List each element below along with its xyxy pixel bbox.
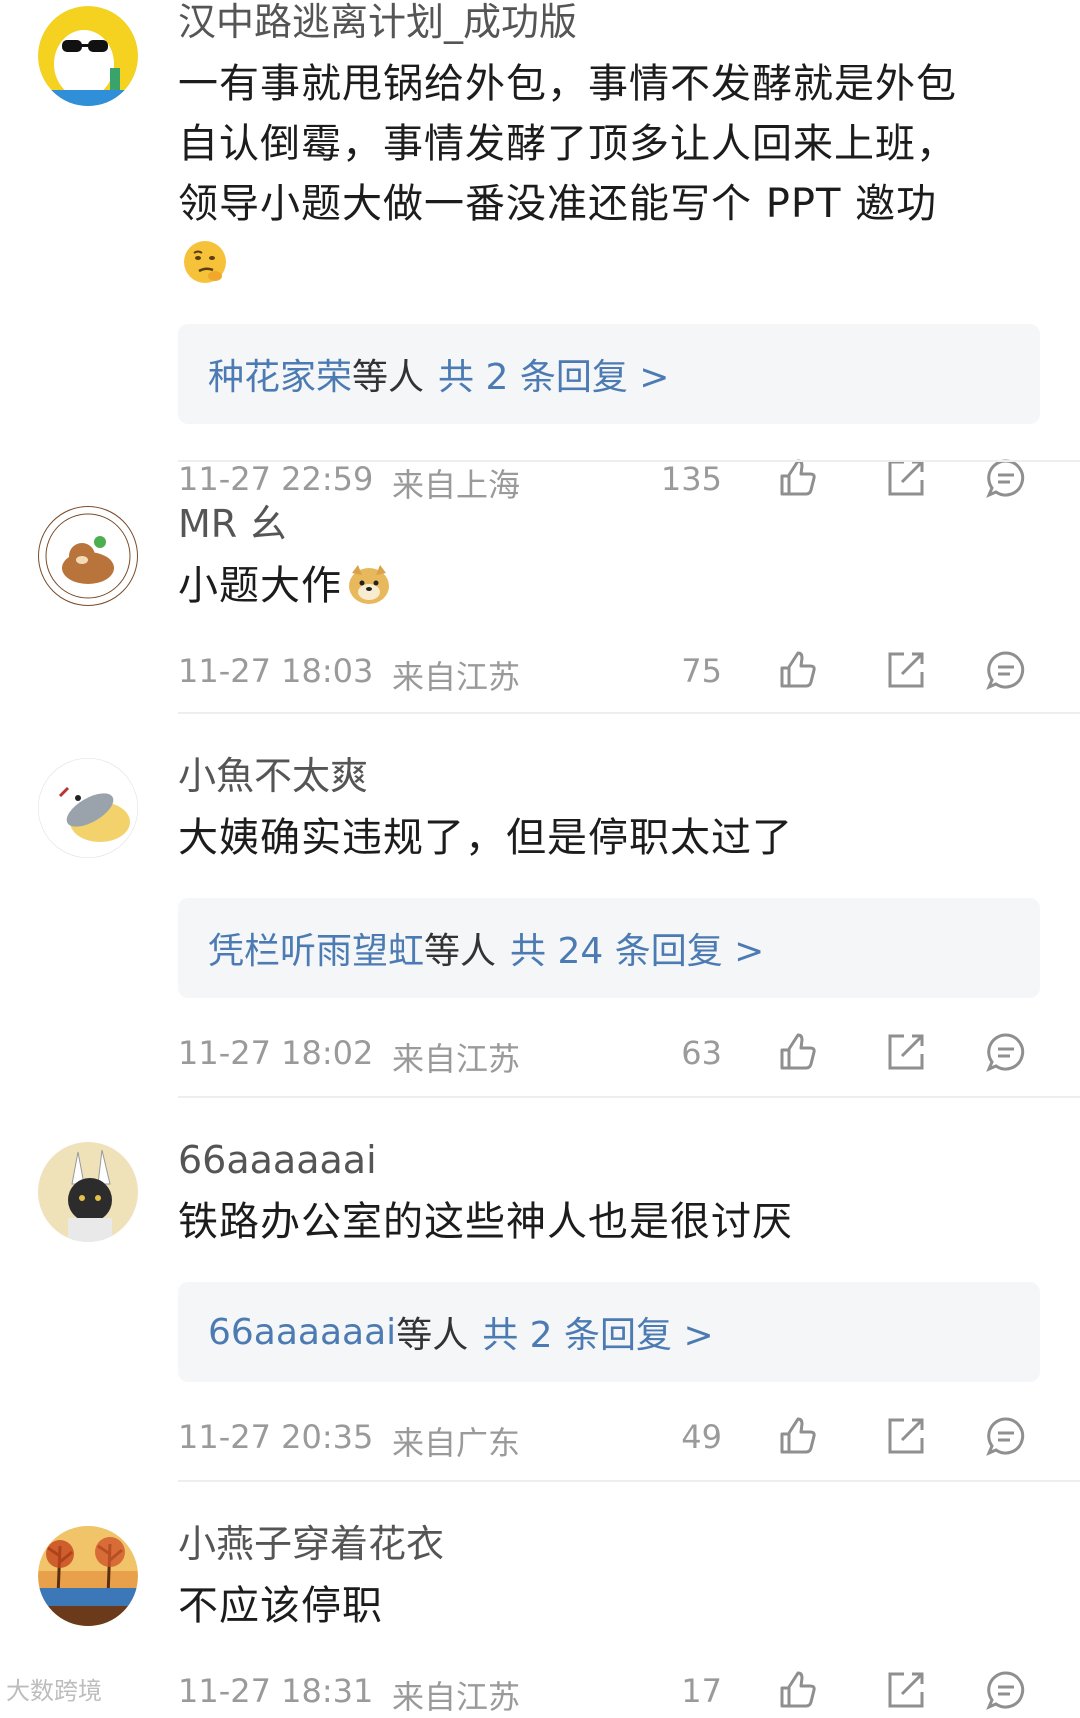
comment-location: 来自广东	[392, 1424, 521, 1462]
avatar[interactable]	[38, 758, 138, 858]
share-icon[interactable]	[884, 1414, 928, 1458]
reply-count-link[interactable]: 共 24 条回复 >	[510, 922, 764, 974]
comment-text: 小题大作	[178, 556, 1040, 616]
comment-time: 11-27 18:02	[178, 1034, 374, 1072]
reply-user-link[interactable]: 凭栏听雨望虹	[208, 922, 424, 974]
avatar[interactable]	[38, 1142, 138, 1242]
share-icon[interactable]	[884, 1668, 928, 1712]
comment-text: 铁路办公室的这些神人也是很讨厌	[178, 1199, 793, 1245]
reply-count-link[interactable]: 共 2 条回复 >	[438, 348, 669, 400]
divider	[178, 712, 1080, 714]
replies-preview[interactable]: 66aaaaaai 等人 共 2 条回复 >	[178, 1282, 1040, 1382]
divider	[178, 1480, 1080, 1482]
like-icon[interactable]	[774, 648, 818, 692]
username[interactable]: 66aaaaaai	[178, 1138, 1040, 1182]
reply-count-link[interactable]: 共 2 条回复 >	[482, 1306, 713, 1358]
comment-icon[interactable]	[984, 1668, 1028, 1712]
comment-location: 来自江苏	[392, 1040, 521, 1078]
comment-time: 11-27 20:35	[178, 1418, 374, 1456]
like-icon[interactable]	[774, 456, 818, 500]
like-icon[interactable]	[774, 1030, 818, 1074]
comment-icon[interactable]	[984, 456, 1028, 500]
comment-time: 11-27 18:31	[178, 1672, 374, 1710]
reply-user-link[interactable]: 66aaaaaai	[208, 1312, 396, 1353]
username[interactable]: 小魚不太爽	[178, 754, 1040, 798]
comment-meta: 11-27 18:03 来自江苏 75	[178, 651, 1040, 696]
replies-preview[interactable]: 种花家荣 等人 共 2 条回复 >	[178, 324, 1040, 424]
comment-meta: 11-27 20:35 来自广东 49	[178, 1417, 1040, 1462]
comment-icon[interactable]	[984, 648, 1028, 692]
comment-location: 来自江苏	[392, 658, 521, 696]
comment-time: 11-27 22:59	[178, 460, 374, 498]
like-count: 63	[681, 1034, 722, 1072]
share-icon[interactable]	[884, 1030, 928, 1074]
replies-preview[interactable]: 凭栏听雨望虹 等人 共 24 条回复 >	[178, 898, 1040, 998]
comment-meta: 11-27 18:02 来自江苏 63	[178, 1033, 1040, 1078]
divider	[178, 1096, 1080, 1098]
like-icon[interactable]	[774, 1414, 818, 1458]
comment-meta: 11-27 18:31 来自江苏 17	[178, 1671, 1040, 1716]
like-count: 135	[660, 460, 722, 498]
avatar[interactable]	[38, 1526, 138, 1626]
reply-user-link[interactable]: 种花家荣	[208, 348, 352, 400]
comment-icon[interactable]	[984, 1414, 1028, 1458]
username[interactable]: MR 幺	[178, 502, 1040, 546]
divider	[178, 460, 1080, 462]
comment-time: 11-27 18:03	[178, 652, 374, 690]
doge-emoji-icon	[346, 561, 392, 607]
username[interactable]: 小燕子穿着花衣	[178, 1522, 1040, 1566]
avatar[interactable]	[38, 506, 138, 606]
username[interactable]: 汉中路逃离计划_成功版	[178, 0, 1040, 44]
avatar[interactable]	[38, 6, 138, 106]
comment-text: 不应该停职	[178, 1583, 383, 1629]
share-icon[interactable]	[884, 456, 928, 500]
watermark: 大数跨境	[6, 1677, 102, 1705]
comment-text: 一有事就甩锅给外包，事情不发酵就是外包自认倒霉，事情发酵了顶多让人回来上班，领导…	[178, 54, 978, 294]
share-icon[interactable]	[884, 648, 928, 692]
comment-location: 来自上海	[392, 466, 521, 504]
comment-location: 来自江苏	[392, 1678, 521, 1716]
comment-meta: 11-27 22:59 来自上海 135	[178, 459, 1040, 504]
like-count: 75	[681, 652, 722, 690]
thinking-emoji-icon	[182, 239, 228, 285]
comment-icon[interactable]	[984, 1030, 1028, 1074]
comment-text: 大姨确实违规了，但是停职太过了	[178, 815, 793, 861]
like-count: 17	[681, 1672, 722, 1710]
like-count: 49	[681, 1418, 722, 1456]
like-icon[interactable]	[774, 1668, 818, 1712]
